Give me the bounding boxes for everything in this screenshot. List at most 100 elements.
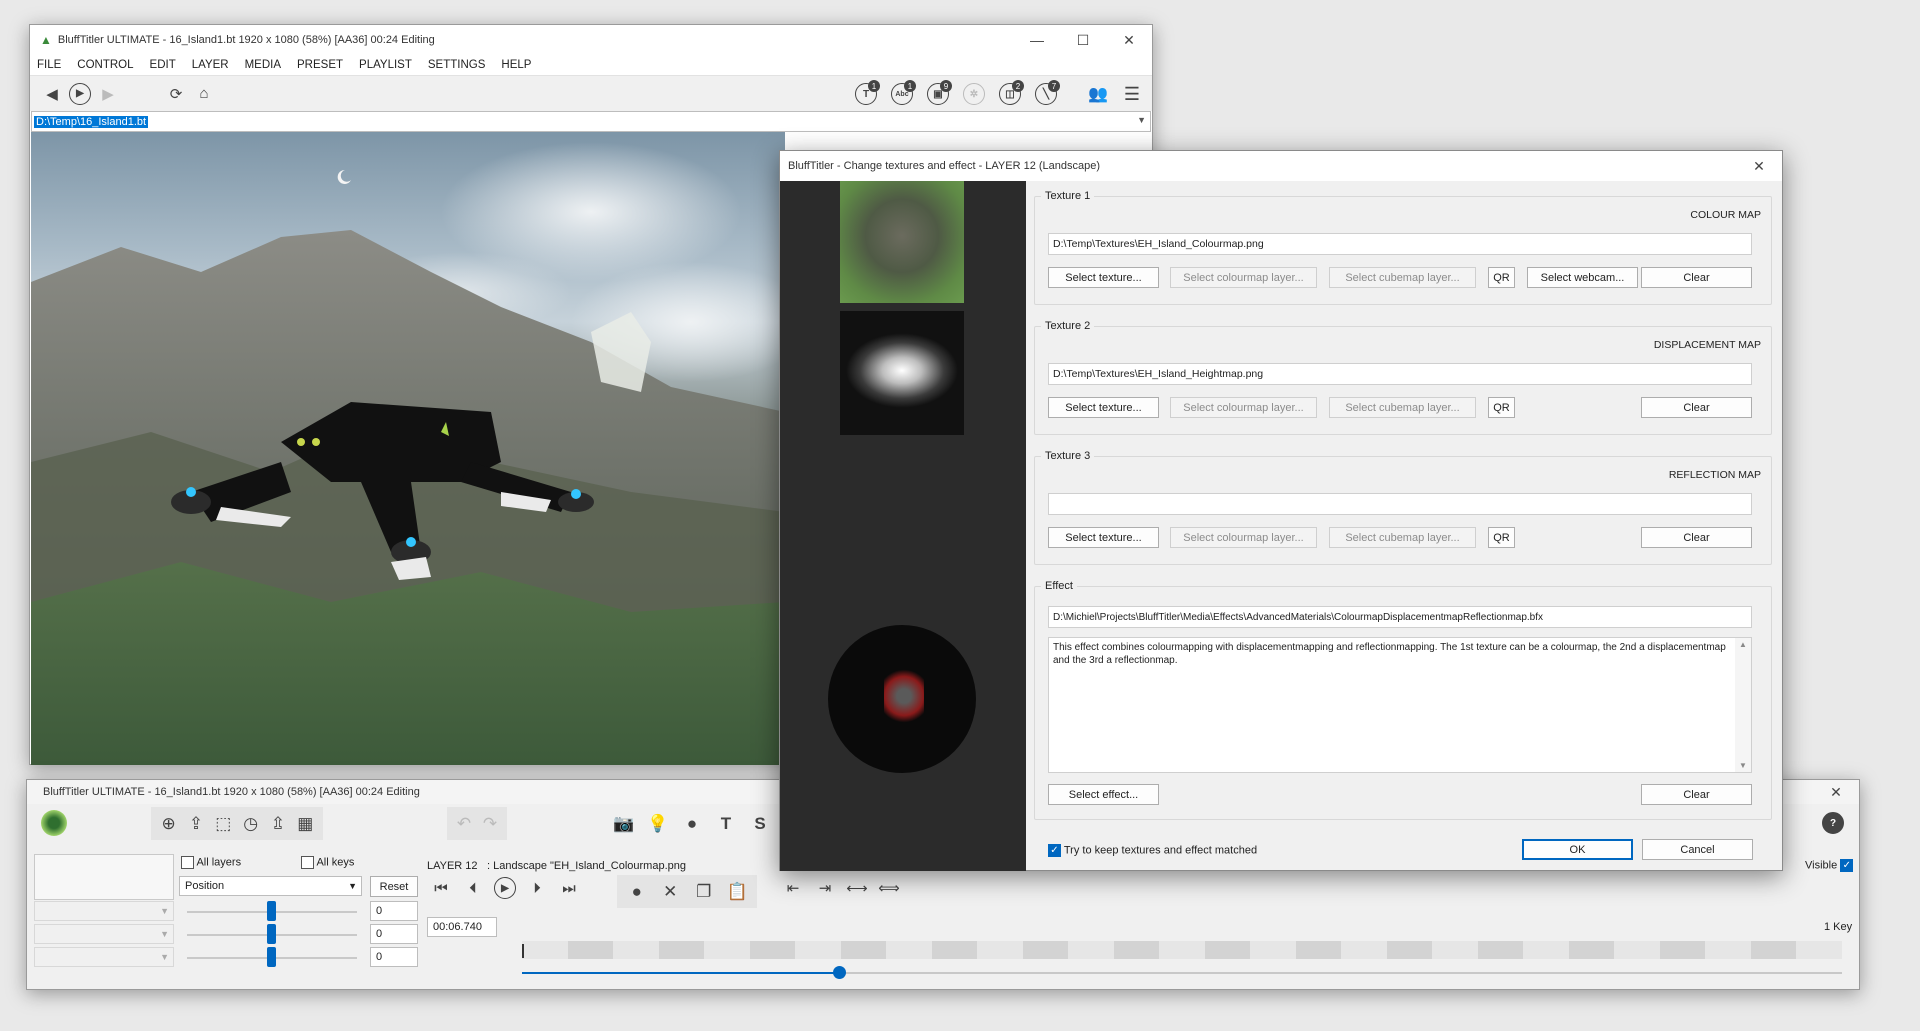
texture-3-cubemap-button[interactable]: Select cubemap layer... [1329, 527, 1476, 548]
z-slider-thumb[interactable] [267, 947, 276, 967]
particles-layer-icon[interactable]: ✲ [960, 80, 988, 108]
texture-1-path-input[interactable]: D:\Temp\Textures\EH_Island_Colourmap.png [1048, 233, 1752, 255]
menu-preset[interactable]: PRESET [297, 59, 343, 71]
tool-layer-icon[interactable]: ╲ 7 [1032, 80, 1060, 108]
record-key-icon[interactable]: ● [623, 878, 651, 906]
texture-2-cubemap-button[interactable]: Select cubemap layer... [1329, 397, 1476, 418]
ok-button[interactable]: OK [1522, 839, 1633, 860]
texture-3-clear-button[interactable]: Clear [1641, 527, 1752, 548]
scroll-down-icon[interactable]: ▼ [1735, 759, 1751, 772]
effect-path-input[interactable]: D:\Michiel\Projects\BluffTitler\Media\Ef… [1048, 606, 1752, 628]
play-icon[interactable]: ▶ [66, 80, 94, 108]
texture-2-path-input[interactable]: D:\Temp\Textures\EH_Island_Heightmap.png [1048, 363, 1752, 385]
render-preview[interactable] [31, 132, 785, 765]
film-icon[interactable]: ▦ [294, 810, 317, 838]
image-layer-icon[interactable]: ▣ 9 [924, 80, 952, 108]
import-icon[interactable]: ⇪ [184, 810, 207, 838]
skip-start-icon[interactable]: ⏮ [427, 874, 455, 902]
chevron-down-icon[interactable]: ▼ [1137, 115, 1146, 125]
all-layers-option[interactable]: All layers [181, 856, 241, 869]
refresh-icon[interactable]: ⟳ [162, 80, 190, 108]
axis-select-1[interactable]: ▼ [34, 901, 174, 921]
effect-description-scrollbar[interactable]: ▲ ▼ [1735, 638, 1751, 772]
axis-select-2[interactable]: ▼ [34, 924, 174, 944]
redo-icon[interactable]: ↷ [479, 810, 501, 838]
texture-1-colourmap-button[interactable]: Select colourmap layer... [1170, 267, 1317, 288]
align-right-icon[interactable]: ⇥ [811, 874, 839, 902]
all-layers-checkbox[interactable] [181, 856, 194, 869]
close-icon[interactable]: ✕ [1106, 25, 1152, 55]
texture-2-select-button[interactable]: Select texture... [1048, 397, 1159, 418]
copy-icon[interactable]: ❐ [690, 878, 718, 906]
forward-icon[interactable]: ▶ [94, 80, 122, 108]
home-icon[interactable]: ⌂ [190, 80, 218, 108]
timeline-close-icon[interactable]: ✕ [1813, 780, 1859, 804]
help-icon[interactable]: ? [1819, 809, 1847, 837]
menu-help[interactable]: HELP [501, 59, 531, 71]
align-left-icon[interactable]: ⇤ [779, 874, 807, 902]
y-slider-thumb[interactable] [267, 924, 276, 944]
texture-2-colourmap-button[interactable]: Select colourmap layer... [1170, 397, 1317, 418]
keep-matched-option[interactable]: ✓ Try to keep textures and effect matche… [1048, 844, 1257, 857]
texture-1-select-button[interactable]: Select texture... [1048, 267, 1159, 288]
s-icon[interactable]: S [745, 810, 775, 838]
z-value-input[interactable]: 0 [370, 947, 418, 967]
text-icon[interactable]: T [711, 810, 741, 838]
visible-option[interactable]: Visible ✓ [1805, 859, 1854, 872]
export-icon[interactable]: ⇫ [266, 810, 289, 838]
back-icon[interactable]: ◀ [38, 80, 66, 108]
select-effect-button[interactable]: Select effect... [1048, 784, 1159, 805]
keep-matched-checkbox[interactable]: ✓ [1048, 844, 1061, 857]
texture-3-qr-button[interactable]: QR [1488, 527, 1515, 548]
skip-end-icon[interactable]: ⏭ [555, 874, 583, 902]
dialog-close-icon[interactable]: ✕ [1736, 151, 1782, 181]
abc-layer-icon[interactable]: Abc 1 [888, 80, 916, 108]
time-slider-thumb[interactable] [832, 966, 846, 979]
all-keys-checkbox[interactable] [301, 856, 314, 869]
minimize-icon[interactable]: — [1014, 25, 1060, 55]
menu-file[interactable]: FILE [37, 59, 61, 71]
texture-1-cubemap-button[interactable]: Select cubemap layer... [1329, 267, 1476, 288]
time-input[interactable]: 00:06.740 [427, 917, 497, 937]
menu-media[interactable]: MEDIA [245, 59, 281, 71]
delete-key-icon[interactable]: ✕ [657, 878, 685, 906]
timeline-track[interactable] [522, 941, 1842, 959]
playhead-marker[interactable] [522, 944, 524, 958]
reset-button[interactable]: Reset [370, 876, 418, 897]
menu-playlist[interactable]: PLAYLIST [359, 59, 412, 71]
menu-layer[interactable]: LAYER [192, 59, 229, 71]
menu-settings[interactable]: SETTINGS [428, 59, 486, 71]
texture-2-qr-button[interactable]: QR [1488, 397, 1515, 418]
texture-3-path-input[interactable] [1048, 493, 1752, 515]
path-field[interactable]: D:\Temp\16_Island1.bt ▼ [31, 111, 1151, 132]
texture-3-colourmap-button[interactable]: Select colourmap layer... [1170, 527, 1317, 548]
users-icon[interactable]: 👥 [1084, 80, 1112, 108]
scroll-up-icon[interactable]: ▲ [1735, 638, 1751, 651]
property-select[interactable]: Position ▼ [179, 876, 362, 896]
all-keys-option[interactable]: All keys [301, 856, 354, 869]
cube-layer-icon[interactable]: ◫ 2 [996, 80, 1024, 108]
axis-select-3[interactable]: ▼ [34, 947, 174, 967]
texture-1-webcam-button[interactable]: Select webcam... [1527, 267, 1638, 288]
texture-1-clear-button[interactable]: Clear [1641, 267, 1752, 288]
x-value-input[interactable]: 0 [370, 901, 418, 921]
menu-control[interactable]: CONTROL [77, 59, 133, 71]
shrink-icon[interactable]: ⟺ [875, 874, 903, 902]
undo-icon[interactable]: ↶ [453, 810, 475, 838]
visible-checkbox[interactable]: ✓ [1840, 859, 1854, 872]
texture-2-clear-button[interactable]: Clear [1641, 397, 1752, 418]
play-icon[interactable]: ▶ [491, 874, 519, 902]
next-key-icon[interactable]: ⏵ [523, 874, 551, 902]
texture-1-qr-button[interactable]: QR [1488, 267, 1515, 288]
texture-3-select-button[interactable]: Select texture... [1048, 527, 1159, 548]
paint-icon[interactable]: ● [677, 810, 707, 838]
add-layer-icon[interactable]: ⊕ [157, 810, 180, 838]
prev-key-icon[interactable]: ⏴ [459, 874, 487, 902]
effect-clear-button[interactable]: Clear [1641, 784, 1752, 805]
camera-icon[interactable]: 📷 [609, 810, 639, 838]
clock-icon[interactable]: ◷ [239, 810, 262, 838]
paste-icon[interactable]: 📋 [724, 878, 752, 906]
x-slider-thumb[interactable] [267, 901, 276, 921]
y-value-input[interactable]: 0 [370, 924, 418, 944]
maximize-icon[interactable]: ☐ [1060, 25, 1106, 55]
